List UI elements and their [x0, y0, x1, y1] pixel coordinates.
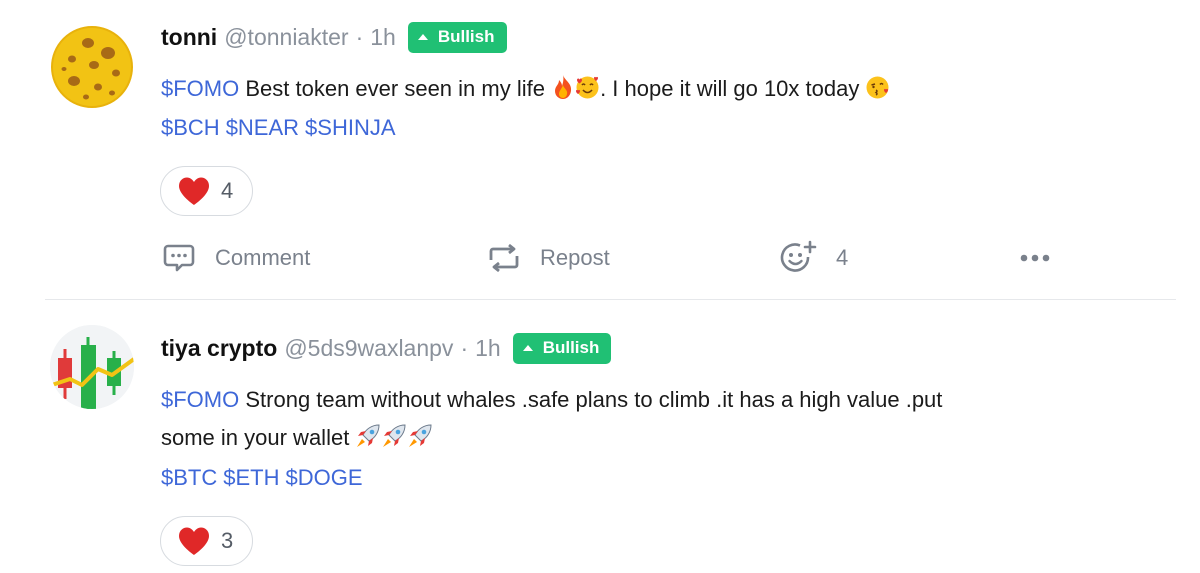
kissing-face-emoji-icon [866, 76, 889, 99]
user-name[interactable]: tonni [161, 24, 217, 51]
sentiment-label: Bullish [542, 338, 600, 357]
tag-list: $BCH $NEAR $SHINJA [161, 115, 402, 141]
triangle-up-icon [417, 34, 428, 40]
comment-label: Comment [215, 245, 311, 270]
cashtag[interactable]: $BCH [161, 115, 220, 140]
cookie-avatar-icon [51, 26, 133, 108]
cashtag[interactable]: $SHINJA [305, 115, 395, 140]
sentiment-badge: Bullish [407, 21, 507, 53]
heart-icon [179, 527, 209, 555]
rocket-emoji-icon [357, 424, 380, 447]
post-text-continued: . I hope it will go 10x today [600, 76, 860, 101]
add-reaction-icon [780, 240, 817, 272]
sentiment-label: Bullish [437, 27, 495, 46]
cashtag[interactable]: $FOMO [161, 76, 239, 101]
post-body: $FOMO Strong team without whales .safe p… [161, 381, 942, 457]
timestamp: 1h [370, 23, 396, 50]
post-line: some in your wallet [161, 419, 942, 457]
rocket-emoji-icon [383, 424, 406, 447]
repost-label: Repost [540, 245, 610, 270]
like-button[interactable]: 3 [160, 516, 253, 566]
user-name[interactable]: tiya crypto [161, 335, 277, 362]
like-count: 4 [221, 178, 234, 203]
user-handle[interactable]: @tonniakter [224, 24, 348, 51]
sentiment-badge: Bullish [512, 332, 612, 364]
post-header: tonni @tonniakter · 1h Bullish [161, 20, 507, 54]
like-button[interactable]: 4 [160, 166, 253, 216]
repost-icon [489, 244, 519, 272]
comment-button[interactable]: Comment [163, 238, 310, 278]
cashtag[interactable]: $NEAR [226, 115, 299, 140]
post-text: Strong team without whales .safe plans t… [245, 387, 943, 412]
smiling-hearts-emoji-icon [576, 76, 599, 99]
cashtag[interactable]: $FOMO [161, 387, 239, 412]
comment-icon [163, 244, 195, 272]
separator: · [460, 334, 469, 361]
post: tonni @tonniakter · 1h Bullish $FOMO Bes… [0, 0, 1200, 300]
avatar[interactable] [50, 25, 134, 109]
post: tiya crypto @5ds9waxlanpv · 1h Bullish $… [0, 300, 1200, 573]
separator: · [355, 23, 364, 50]
like-count: 3 [221, 528, 234, 553]
cashtag[interactable]: $BTC [161, 465, 217, 490]
tag-list: $BTC $ETH $DOGE [161, 465, 369, 491]
post-header: tiya crypto @5ds9waxlanpv · 1h Bullish [161, 331, 612, 365]
fire-emoji-icon [555, 75, 572, 99]
heart-icon [179, 177, 209, 205]
post-text: Best token ever seen in my life [245, 76, 545, 101]
repost-button[interactable]: Repost [487, 238, 610, 278]
post-text-continued: some in your wallet [161, 425, 350, 450]
cashtag[interactable]: $ETH [223, 465, 279, 490]
timestamp: 1h [475, 334, 501, 361]
cashtag[interactable]: $DOGE [286, 465, 363, 490]
more-dots-icon [1020, 254, 1050, 262]
post-actions: Comment Repost 4 [0, 238, 1200, 278]
candlestick-chart-avatar-icon [50, 325, 134, 409]
add-reaction-button[interactable]: 4 [780, 238, 848, 278]
user-handle[interactable]: @5ds9waxlanpv [284, 335, 453, 362]
rocket-emoji-icon [409, 424, 432, 447]
reaction-count: 4 [836, 245, 849, 270]
triangle-up-icon [522, 345, 533, 351]
post-body: $FOMO Best token ever seen in my life . … [161, 70, 891, 108]
more-options-button[interactable] [1019, 238, 1051, 278]
avatar[interactable] [50, 325, 134, 409]
post-line: $FOMO Strong team without whales .safe p… [161, 381, 942, 419]
